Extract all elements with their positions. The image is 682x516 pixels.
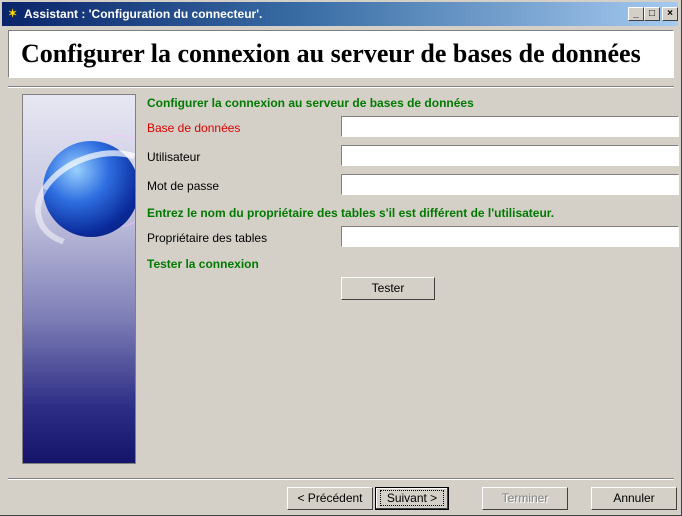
owner-field[interactable]	[341, 226, 679, 247]
next-button-label: Suivant >	[379, 490, 445, 506]
database-label: Base de données	[147, 121, 241, 135]
password-field[interactable]	[341, 174, 679, 195]
owner-label: Propriétaire des tables	[147, 231, 268, 245]
previous-button[interactable]: < Précédent	[287, 487, 373, 510]
cancel-button[interactable]: Annuler	[591, 487, 677, 510]
section-test-title: Tester la connexion	[147, 257, 259, 271]
header-divider	[8, 86, 674, 88]
user-field[interactable]	[341, 145, 679, 166]
page-heading-panel: Configurer la connexion au serveur de ba…	[8, 30, 674, 78]
minimize-button[interactable]: _	[628, 7, 644, 21]
globe-illustration	[22, 94, 136, 464]
test-button[interactable]: Tester	[341, 277, 435, 300]
next-button[interactable]: Suivant >	[375, 487, 449, 510]
page-heading: Configurer la connexion au serveur de ba…	[21, 39, 641, 68]
footer-divider	[8, 478, 674, 480]
title-bar[interactable]: ✶ Assistant : 'Configuration du connecte…	[2, 2, 678, 26]
maximize-button[interactable]: □	[644, 7, 660, 21]
database-field[interactable]	[341, 116, 679, 137]
section-connection-title: Configurer la connexion au serveur de ba…	[147, 96, 474, 110]
window-title: Assistant : 'Configuration du connecteur…	[24, 7, 263, 21]
password-label: Mot de passe	[147, 179, 220, 193]
wizard-window: ✶ Assistant : 'Configuration du connecte…	[0, 0, 682, 516]
section-owner-title: Entrez le nom du propriétaire des tables…	[147, 206, 555, 220]
finish-button[interactable]: Terminer	[482, 487, 568, 510]
wizard-icon: ✶	[8, 8, 18, 20]
close-button[interactable]: ×	[662, 7, 678, 21]
user-label: Utilisateur	[147, 150, 201, 164]
